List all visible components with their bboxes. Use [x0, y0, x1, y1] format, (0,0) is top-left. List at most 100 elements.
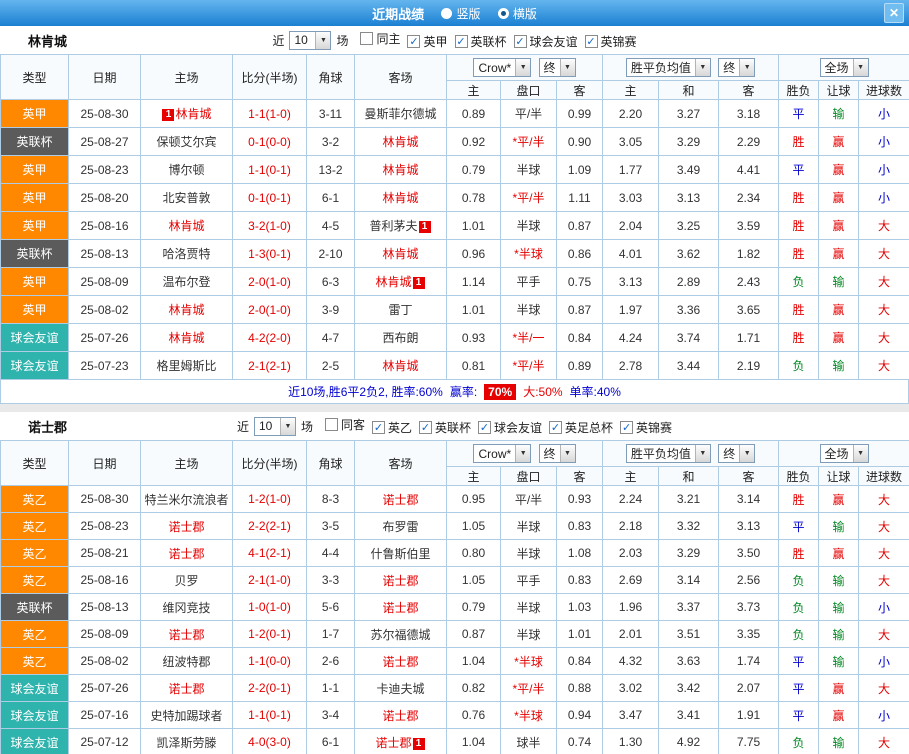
team-link[interactable]: 诺士郡 [382, 601, 418, 615]
checkbox-label: 英足总杯 [565, 419, 613, 436]
odds-average-select[interactable]: 胜平负均值▼ [626, 58, 711, 77]
league-checkbox-2[interactable]: ✓球会友谊 [478, 419, 542, 436]
final-odds-select[interactable]: 终▼ [539, 58, 576, 77]
team-link[interactable]: 林肯城 [175, 107, 211, 121]
asia-away-odds-cell: 1.01 [557, 621, 603, 648]
team-link[interactable]: 诺士郡 [168, 682, 204, 696]
league-type-cell: 英乙 [1, 648, 69, 675]
team-link[interactable]: 什鲁斯伯里 [370, 547, 430, 561]
team-link[interactable]: 北安普敦 [162, 191, 210, 205]
goals-cell: 大 [859, 486, 909, 513]
team-link[interactable]: 卡迪夫城 [376, 682, 424, 696]
team-link[interactable]: 诺士郡 [382, 709, 418, 723]
away-team-cell: 普利茅夫1 [355, 212, 447, 240]
result-header: 全场▼ [779, 441, 909, 467]
bookmaker-select[interactable]: Crow*▼ [473, 58, 531, 77]
team-link[interactable]: 诺士郡 [382, 493, 418, 507]
team-link[interactable]: 特兰米尔流浪者 [144, 493, 228, 507]
matches-table: 类型 日期 主场 比分(半场) 角球 客场 Crow*▼ 终▼ 胜平负均值▼ 终… [0, 440, 909, 754]
team-link[interactable]: 林肯城 [168, 219, 204, 233]
team-link[interactable]: 温布尔登 [162, 275, 210, 289]
score-cell: 4-1(2-1) [233, 540, 307, 567]
team-link[interactable]: 林肯城 [382, 163, 418, 177]
team-link[interactable]: 博尔顿 [168, 163, 204, 177]
result-cell: 胜 [779, 486, 819, 513]
checkbox-label: 球会友谊 [530, 33, 578, 50]
checkbox-checked-icon[interactable]: ✓ [372, 421, 385, 434]
checkbox-checked-icon[interactable]: ✓ [585, 35, 598, 48]
close-button[interactable]: ✕ [884, 3, 904, 23]
checkbox-unchecked-icon[interactable] [360, 32, 373, 45]
horizontal-layout-radio[interactable]: 横版 [498, 5, 537, 22]
team-link[interactable]: 诺士郡 [382, 655, 418, 669]
league-checkbox-0[interactable]: ✓英甲 [407, 33, 447, 50]
checkbox-checked-icon[interactable]: ✓ [514, 35, 527, 48]
team-link[interactable]: 保顿艾尔宾 [156, 135, 216, 149]
match-count-select[interactable]: 10 ▼ [289, 31, 331, 50]
league-checkbox-4[interactable]: ✓英锦赛 [620, 419, 672, 436]
checkbox-checked-icon[interactable]: ✓ [478, 421, 491, 434]
odds-average-select[interactable]: 胜平负均值▼ [626, 444, 711, 463]
team-link[interactable]: 林肯城 [168, 331, 204, 345]
scope-select[interactable]: 全场▼ [820, 58, 869, 77]
euro-draw-odds-cell: 3.14 [659, 567, 719, 594]
match-count-select[interactable]: 10 ▼ [254, 417, 296, 436]
team-link[interactable]: 林肯城 [168, 303, 204, 317]
bookmaker-select[interactable]: Crow*▼ [473, 444, 531, 463]
team-link[interactable]: 格里姆斯比 [156, 359, 216, 373]
final-odds-select[interactable]: 终▼ [539, 444, 576, 463]
checkbox-checked-icon[interactable]: ✓ [407, 35, 420, 48]
team-link[interactable]: 林肯城 [375, 275, 411, 289]
league-checkbox-0[interactable]: ✓英乙 [372, 419, 412, 436]
checkbox-checked-icon[interactable]: ✓ [549, 421, 562, 434]
league-checkbox-2[interactable]: ✓球会友谊 [514, 33, 578, 50]
matches-label: 场 [301, 418, 313, 435]
team-link[interactable]: 维冈竞技 [162, 601, 210, 615]
league-checkbox-1[interactable]: ✓英联杯 [419, 419, 471, 436]
team-link[interactable]: 林肯城 [382, 359, 418, 373]
checkbox-checked-icon[interactable]: ✓ [620, 421, 633, 434]
team-link[interactable]: 诺士郡 [375, 736, 411, 750]
chevron-down-icon: ▼ [739, 445, 754, 462]
team-link[interactable]: 苏尔福德城 [370, 628, 430, 642]
team-link[interactable]: 哈洛贾特 [162, 247, 210, 261]
league-checkbox-3[interactable]: ✓英足总杯 [549, 419, 613, 436]
final-odds-select[interactable]: 终▼ [718, 58, 755, 77]
team-link[interactable]: 布罗雷 [382, 520, 418, 534]
near-label: 近 [237, 418, 249, 435]
team-link[interactable]: 诺士郡 [168, 520, 204, 534]
vertical-layout-radio[interactable]: 竖版 [441, 5, 480, 22]
team-link[interactable]: 诺士郡 [382, 574, 418, 588]
recent-results-window: 近期战绩 竖版 横版 ✕ 林肯城 近 10 ▼ 场 同主✓英甲✓英联杯✓球会友 [0, 0, 909, 754]
team-link[interactable]: 林肯城 [382, 247, 418, 261]
team-link[interactable]: 西布朗 [382, 331, 418, 345]
checkbox-unchecked-icon[interactable] [325, 418, 338, 431]
team-link[interactable]: 雷丁 [388, 303, 412, 317]
result-cell: 负 [779, 729, 819, 754]
team-link[interactable]: 史特加踢球者 [150, 709, 222, 723]
team-link[interactable]: 普利茅夫 [369, 219, 417, 233]
scope-select[interactable]: 全场▼ [820, 444, 869, 463]
same-venue-checkbox[interactable]: 同主 [360, 30, 400, 47]
away-team-cell: 诺士郡 [355, 702, 447, 729]
team-link[interactable]: 林肯城 [382, 191, 418, 205]
checkbox-checked-icon[interactable]: ✓ [455, 35, 468, 48]
checkbox-checked-icon[interactable]: ✓ [419, 421, 432, 434]
asia-away-odds-cell: 0.93 [557, 486, 603, 513]
handicap-cell: *平/半 [501, 675, 557, 702]
team-link[interactable]: 诺士郡 [168, 628, 204, 642]
score-cell: 1-2(0-1) [233, 621, 307, 648]
league-checkbox-3[interactable]: ✓英锦赛 [585, 33, 637, 50]
goals-cell: 大 [859, 729, 909, 754]
euro-draw-odds-cell: 3.32 [659, 513, 719, 540]
sub-euro-draw: 和 [659, 81, 719, 100]
team-link[interactable]: 凯泽斯劳滕 [156, 736, 216, 750]
team-link[interactable]: 贝罗 [174, 574, 198, 588]
team-link[interactable]: 诺士郡 [168, 547, 204, 561]
final-odds-select[interactable]: 终▼ [718, 444, 755, 463]
team-link[interactable]: 曼斯菲尔德城 [364, 107, 436, 121]
team-link[interactable]: 纽波特郡 [162, 655, 210, 669]
same-venue-checkbox[interactable]: 同客 [325, 416, 365, 433]
team-link[interactable]: 林肯城 [382, 135, 418, 149]
league-checkbox-1[interactable]: ✓英联杯 [455, 33, 507, 50]
